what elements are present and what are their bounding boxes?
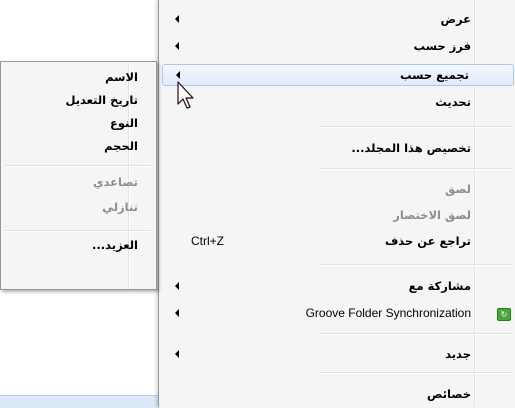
submenu-separator bbox=[5, 230, 151, 231]
submenu-separator bbox=[5, 165, 151, 166]
submenu-item-label: الحجم bbox=[104, 139, 138, 153]
submenu-item-label: تاريخ التعديل bbox=[65, 93, 138, 107]
submenu-arrow-icon bbox=[175, 350, 179, 358]
menu-item-label: خصائص bbox=[427, 387, 471, 401]
menu-item-undo-delete[interactable]: Ctrl+Z تراجع عن حذف bbox=[161, 230, 515, 252]
submenu-arrow-icon bbox=[175, 309, 179, 317]
menu-item-group-by[interactable]: تجميع حسب bbox=[162, 64, 514, 86]
submenu-item-size[interactable]: الحجم bbox=[3, 135, 153, 157]
submenu-arrow-icon bbox=[175, 42, 179, 50]
menu-item-share-with[interactable]: مشاركة مع bbox=[161, 275, 515, 297]
submenu-item-label: تصاعدي bbox=[92, 175, 138, 189]
submenu-item-ascending[interactable]: تصاعدي bbox=[3, 171, 153, 193]
menu-item-label: تراجع عن حذف bbox=[384, 234, 471, 248]
submenu-item-type[interactable]: النوع bbox=[3, 112, 153, 134]
submenu-arrow-icon bbox=[175, 282, 179, 290]
submenu-item-label: تنازلي bbox=[102, 200, 138, 214]
menu-item-label: تجميع حسب bbox=[399, 68, 469, 82]
menu-item-sort-by[interactable]: فرز حسب bbox=[161, 35, 515, 57]
mouse-pointer-icon bbox=[177, 81, 194, 109]
submenu-item-name[interactable]: الاسم bbox=[3, 66, 153, 88]
menu-item-paste[interactable]: لصق bbox=[161, 178, 515, 200]
submenu-item-descending[interactable]: تنازلي bbox=[3, 196, 153, 218]
menu-item-label: لصق bbox=[444, 182, 471, 196]
menu-item-label: جديد bbox=[445, 347, 471, 361]
menu-item-customize-folder[interactable]: تخصيص هذا المجلد... bbox=[161, 137, 515, 159]
explorer-status-strip bbox=[0, 395, 160, 408]
menu-item-label: Groove Folder Synchronization bbox=[305, 306, 471, 320]
menu-item-refresh[interactable]: تحديث bbox=[161, 91, 515, 113]
menu-separator bbox=[319, 333, 513, 334]
menu-item-shortcut: Ctrl+Z bbox=[191, 234, 224, 248]
menu-item-label: فرز حسب bbox=[413, 39, 471, 53]
context-menu: عرض فرز حسب تجميع حسب تحديث تخصيص هذا ال… bbox=[158, 0, 515, 407]
menu-separator bbox=[319, 372, 513, 373]
menu-separator bbox=[319, 126, 513, 127]
submenu-item-label: النوع bbox=[109, 116, 138, 130]
submenu-item-label: الاسم bbox=[105, 70, 138, 84]
group-by-submenu: الاسم تاريخ التعديل النوع الحجم تصاعدي ت… bbox=[0, 61, 157, 290]
submenu-item-label: العزيد... bbox=[92, 238, 138, 252]
submenu-arrow-icon bbox=[176, 71, 180, 79]
menu-item-groove-sync[interactable]: Groove Folder Synchronization ↻ bbox=[161, 302, 515, 324]
menu-item-label: تخصيص هذا المجلد... bbox=[351, 141, 471, 155]
menu-separator bbox=[319, 168, 513, 169]
submenu-item-date-modified[interactable]: تاريخ التعديل bbox=[3, 89, 153, 111]
menu-item-paste-shortcut[interactable]: لصق الاختصار bbox=[161, 204, 515, 226]
menu-item-view[interactable]: عرض bbox=[161, 8, 515, 30]
menu-item-properties[interactable]: خصائص bbox=[161, 383, 515, 405]
menu-item-label: تحديث bbox=[435, 95, 471, 109]
menu-item-label: لصق الاختصار bbox=[393, 208, 471, 222]
submenu-item-more[interactable]: العزيد... bbox=[3, 234, 153, 256]
menu-item-label: عرض bbox=[440, 12, 471, 26]
menu-separator bbox=[319, 264, 513, 265]
groove-sync-icon: ↻ bbox=[497, 308, 511, 321]
submenu-arrow-icon bbox=[175, 15, 179, 23]
menu-item-new[interactable]: جديد bbox=[161, 343, 515, 365]
menu-item-label: مشاركة مع bbox=[408, 279, 471, 293]
